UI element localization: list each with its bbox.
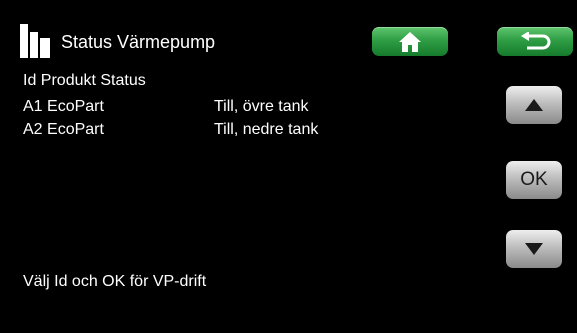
scroll-down-button[interactable]	[506, 230, 562, 268]
logo-bars-icon	[20, 24, 50, 58]
table-header: Id Produkt Status	[23, 72, 146, 89]
footer-hint: Välj Id och OK för VP-drift	[23, 273, 207, 290]
arrow-down-icon	[525, 243, 543, 255]
scroll-up-button[interactable]	[506, 86, 562, 124]
row-status: Till, övre tank	[214, 98, 309, 115]
home-icon	[399, 31, 421, 52]
ok-button[interactable]: OK	[506, 161, 562, 199]
row-id: A2 EcoPart	[23, 121, 104, 138]
arrow-up-icon	[525, 99, 543, 111]
row-status: Till, nedre tank	[214, 121, 319, 138]
page-title: Status Värmepump	[61, 32, 216, 52]
row-id: A1 EcoPart	[23, 98, 104, 115]
back-button[interactable]	[497, 27, 573, 56]
return-arrow-icon	[521, 31, 551, 49]
home-button[interactable]	[372, 27, 448, 56]
ok-label: OK	[520, 169, 548, 190]
